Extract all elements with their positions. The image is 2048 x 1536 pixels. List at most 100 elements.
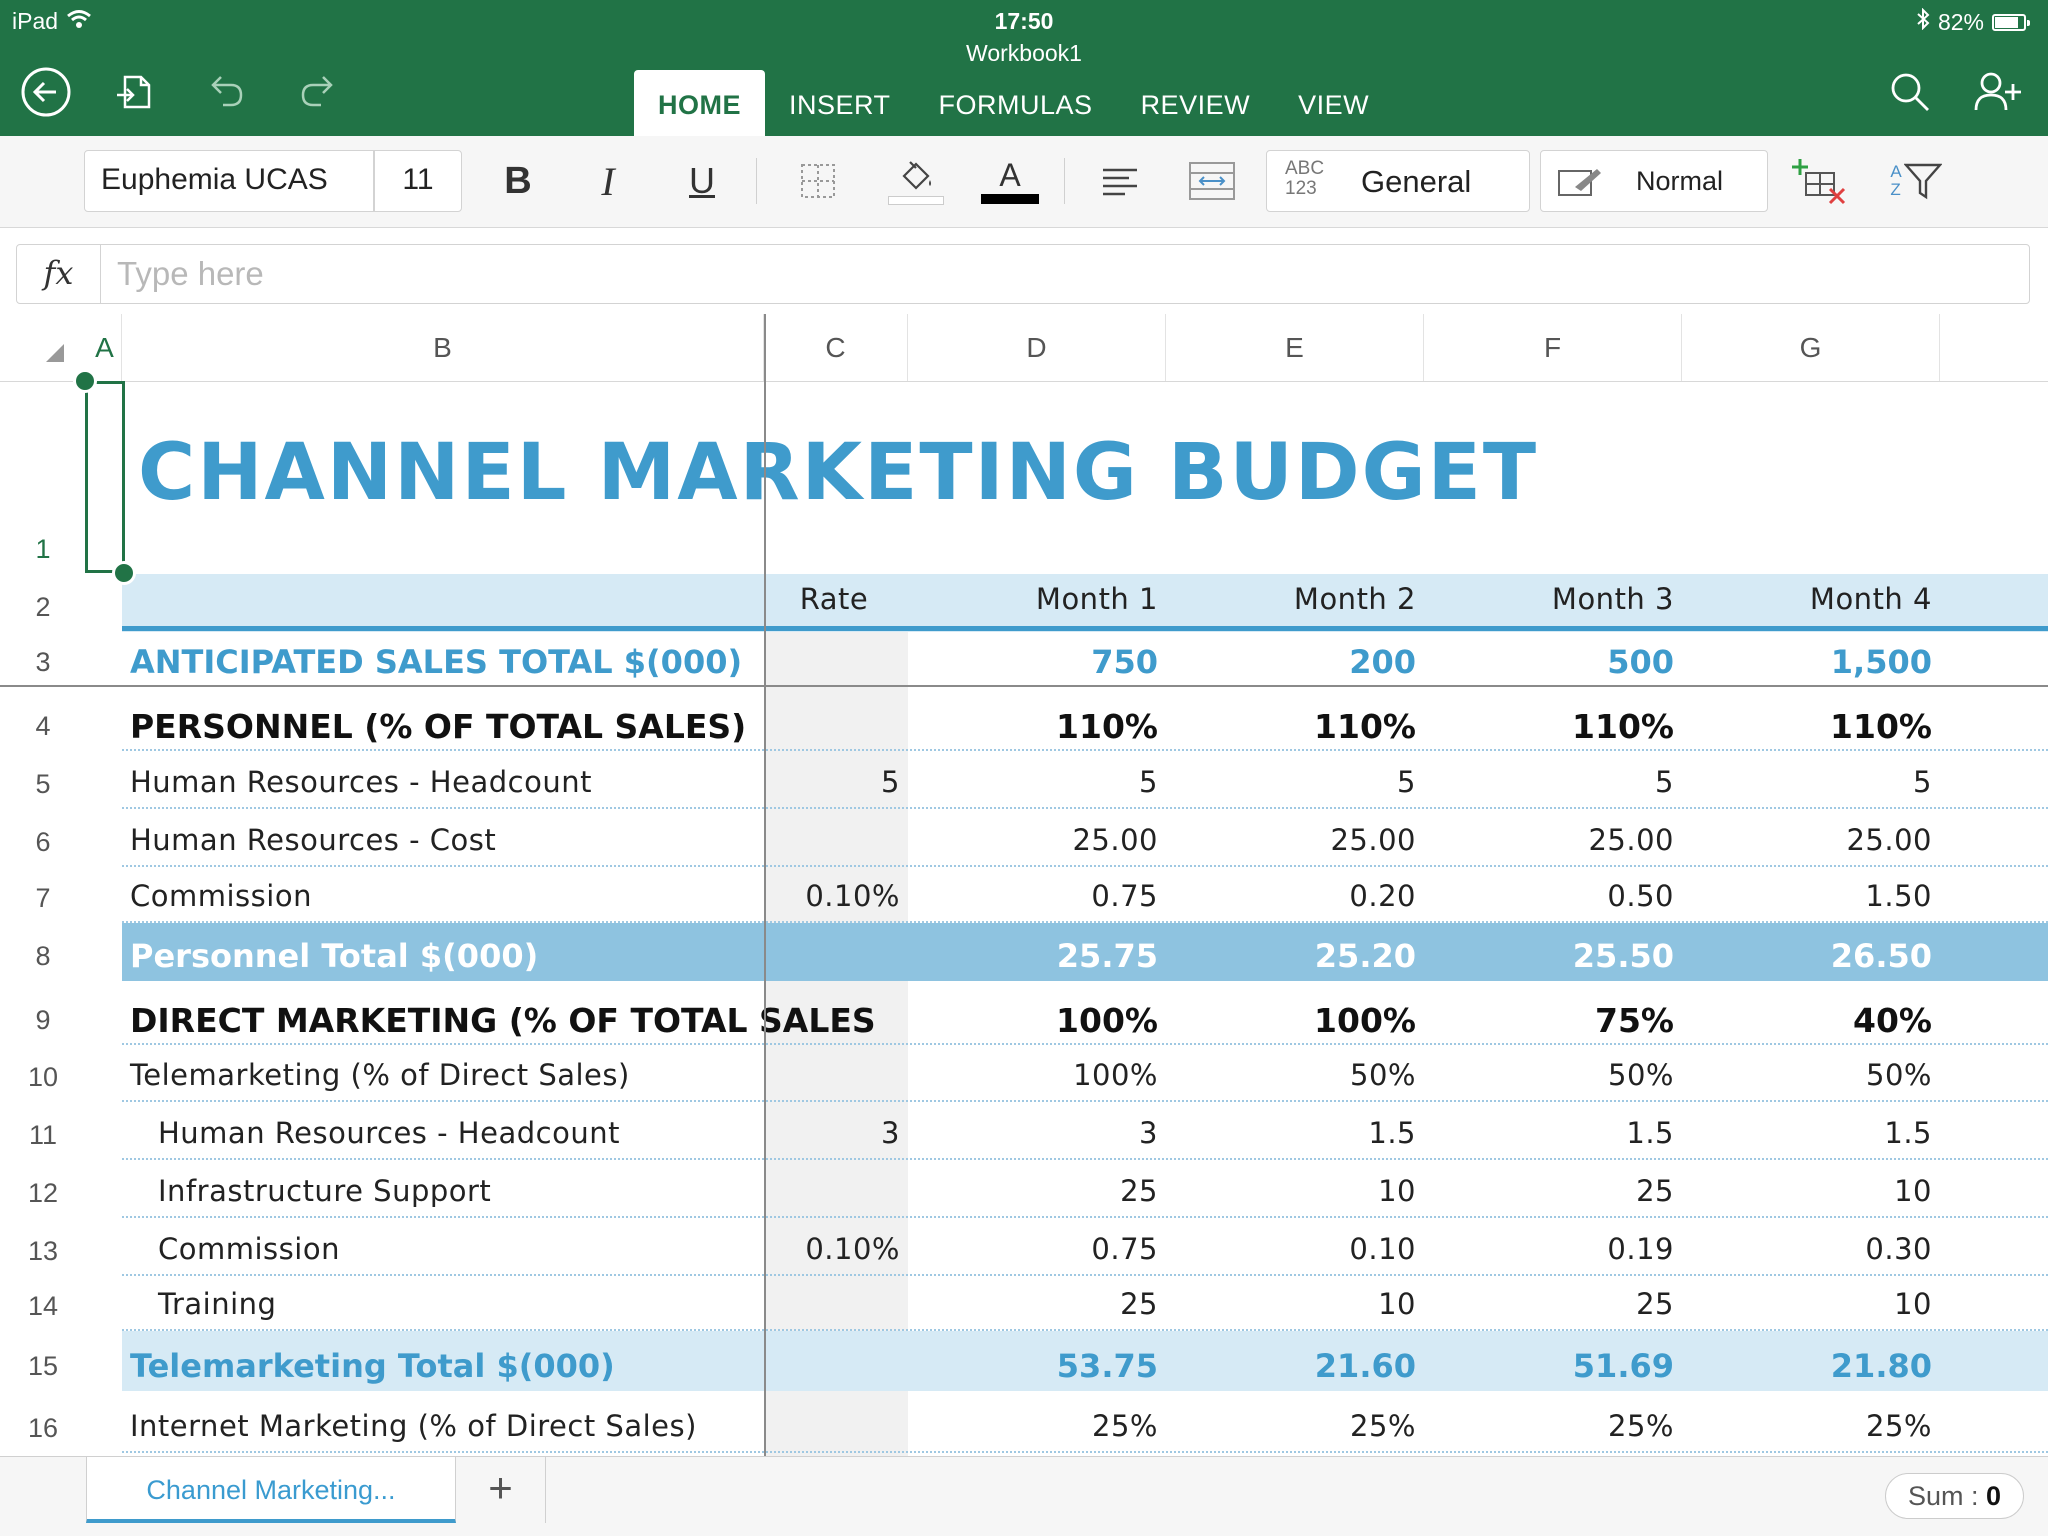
value-cell[interactable]: 100% [908, 1001, 1158, 1040]
fill-color-button[interactable] [886, 150, 946, 212]
value-cell[interactable]: 53.75 [908, 1347, 1158, 1385]
value-cell[interactable]: 25.75 [908, 937, 1158, 975]
value-cell[interactable]: 1.50 [1682, 879, 1932, 913]
month-header-cell[interactable]: Month 4 [1682, 582, 1932, 616]
label-cell[interactable]: Personnel Total $(000) [130, 937, 538, 975]
label-cell[interactable]: Telemarketing Total $(000) [130, 1347, 615, 1385]
font-name-picker[interactable]: Euphemia UCAS [84, 150, 374, 212]
insert-delete-button[interactable] [1790, 150, 1850, 212]
column-header-c[interactable]: C [764, 314, 908, 382]
borders-button[interactable] [790, 150, 846, 212]
label-cell[interactable]: Infrastructure Support [158, 1174, 491, 1208]
value-cell[interactable]: 21.60 [1166, 1347, 1416, 1385]
value-cell[interactable]: 5 [1166, 765, 1416, 799]
rate-header-cell[interactable]: Rate [766, 582, 902, 616]
align-button[interactable] [1092, 150, 1148, 212]
label-cell[interactable]: Training [158, 1287, 276, 1321]
redo-button[interactable] [292, 66, 344, 118]
font-color-button[interactable]: A [978, 150, 1042, 212]
value-cell[interactable]: 0.19 [1424, 1232, 1674, 1266]
label-cell[interactable]: Human Resources - Headcount [158, 1116, 620, 1150]
month-header-cell[interactable]: Month 2 [1166, 582, 1416, 616]
label-cell[interactable]: Commission [130, 879, 312, 913]
cell-style-picker[interactable]: Normal [1540, 150, 1768, 212]
value-cell[interactable]: 25% [1424, 1409, 1674, 1443]
value-cell[interactable]: 25.00 [1424, 823, 1674, 857]
tab-view[interactable]: VIEW [1274, 70, 1393, 136]
rate-cell[interactable]: 5 [764, 765, 900, 799]
value-cell[interactable]: 25% [1682, 1409, 1932, 1443]
value-cell[interactable]: 40% [1682, 1001, 1932, 1040]
number-format-picker[interactable]: ABC 123 General [1266, 150, 1530, 212]
italic-button[interactable]: I [580, 150, 636, 212]
value-cell[interactable]: 0.10 [1166, 1232, 1416, 1266]
rate-cell[interactable]: 0.10% [764, 879, 900, 913]
column-header-d[interactable]: D [908, 314, 1166, 382]
font-size-picker[interactable]: 11 [374, 150, 462, 212]
column-header-e[interactable]: E [1166, 314, 1424, 382]
value-cell[interactable]: 100% [1166, 1001, 1416, 1040]
value-cell[interactable]: 110% [1424, 707, 1674, 746]
sheet-title-cell[interactable]: CHANNEL MARKETING BUDGET [138, 428, 1538, 518]
row-header-12[interactable]: 12 [0, 1178, 86, 1209]
select-all-corner[interactable] [46, 344, 64, 362]
row-header-1[interactable]: 1 [0, 534, 86, 565]
value-cell[interactable]: 10 [1166, 1174, 1416, 1208]
value-cell[interactable]: 5 [908, 765, 1158, 799]
merge-button[interactable] [1184, 150, 1240, 212]
label-cell[interactable]: Commission [158, 1232, 340, 1266]
value-cell[interactable]: 25 [908, 1287, 1158, 1321]
row-header-3[interactable]: 3 [0, 647, 86, 678]
row-header-9[interactable]: 9 [0, 1005, 86, 1036]
back-button[interactable] [20, 66, 72, 118]
value-cell[interactable]: 1.5 [1166, 1116, 1416, 1150]
row-header-10[interactable]: 10 [0, 1062, 86, 1093]
value-cell[interactable]: 110% [1682, 707, 1932, 746]
label-cell[interactable]: ANTICIPATED SALES TOTAL $(000) [130, 643, 742, 681]
value-cell[interactable]: 200 [1166, 643, 1416, 681]
add-sheet-button[interactable]: + [456, 1457, 546, 1523]
tab-insert[interactable]: INSERT [765, 70, 915, 136]
file-button[interactable] [108, 66, 160, 118]
search-button[interactable] [1884, 66, 1936, 118]
value-cell[interactable]: 1.5 [1424, 1116, 1674, 1150]
value-cell[interactable]: 10 [1682, 1174, 1932, 1208]
sheet-tab-channel-marketing[interactable]: Channel Marketing... [86, 1457, 456, 1523]
value-cell[interactable]: 25.00 [1682, 823, 1932, 857]
value-cell[interactable]: 3 [908, 1116, 1158, 1150]
sort-filter-button[interactable]: AZ [1884, 150, 1948, 212]
value-cell[interactable]: 10 [1682, 1287, 1932, 1321]
row-header-16[interactable]: 16 [0, 1413, 86, 1444]
value-cell[interactable]: 75% [1424, 1001, 1674, 1040]
value-cell[interactable]: 110% [1166, 707, 1416, 746]
value-cell[interactable]: 0.75 [908, 1232, 1158, 1266]
function-button[interactable]: fx [17, 245, 101, 303]
value-cell[interactable]: 25 [1424, 1287, 1674, 1321]
selection-handle-bottom[interactable] [112, 561, 136, 585]
label-cell[interactable]: Internet Marketing (% of Direct Sales) [130, 1409, 697, 1443]
tab-formulas[interactable]: FORMULAS [915, 70, 1117, 136]
value-cell[interactable]: 50% [1682, 1058, 1932, 1092]
row-header-7[interactable]: 7 [0, 883, 86, 914]
value-cell[interactable]: 0.30 [1682, 1232, 1932, 1266]
month-header-cell[interactable]: Month 3 [1424, 582, 1674, 616]
row-header-2[interactable]: 2 [0, 592, 86, 623]
formula-input[interactable] [117, 251, 1997, 297]
tab-home[interactable]: HOME [634, 70, 765, 136]
row-header-6[interactable]: 6 [0, 827, 86, 858]
value-cell[interactable]: 25.00 [908, 823, 1158, 857]
value-cell[interactable]: 25 [908, 1174, 1158, 1208]
value-cell[interactable]: 1.5 [1682, 1116, 1932, 1150]
column-header-b[interactable]: B [122, 314, 764, 382]
value-cell[interactable]: 0.75 [908, 879, 1158, 913]
value-cell[interactable]: 25 [1424, 1174, 1674, 1208]
column-header-f[interactable]: F [1424, 314, 1682, 382]
value-cell[interactable]: 5 [1424, 765, 1674, 799]
value-cell[interactable]: 25.00 [1166, 823, 1416, 857]
value-cell[interactable]: 25% [908, 1409, 1158, 1443]
row-header-5[interactable]: 5 [0, 769, 86, 800]
bold-button[interactable]: B [490, 150, 546, 212]
row-header-15[interactable]: 15 [0, 1351, 86, 1382]
value-cell[interactable]: 26.50 [1682, 937, 1932, 975]
value-cell[interactable]: 10 [1166, 1287, 1416, 1321]
